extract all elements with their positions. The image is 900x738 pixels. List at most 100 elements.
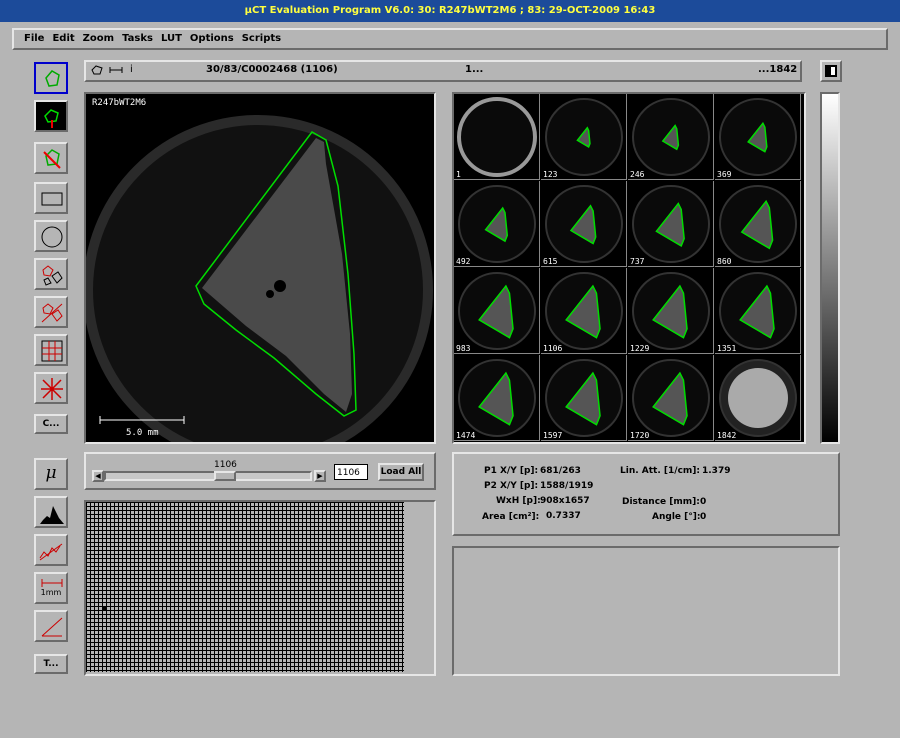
rectangle-tool-button[interactable] bbox=[34, 182, 68, 214]
lut-bar bbox=[820, 92, 840, 444]
menu-zoom[interactable]: Zoom bbox=[79, 30, 118, 48]
thumbnail-slice[interactable]: 1597 bbox=[541, 355, 627, 441]
thumbnail-slice[interactable]: 860 bbox=[715, 181, 801, 267]
window-title: µCT Evaluation Program V6.0: 30: R247bWT… bbox=[0, 0, 900, 22]
thumbnail-label: 1351 bbox=[717, 344, 737, 353]
histogram-icon bbox=[40, 506, 64, 524]
expand-tool-button[interactable] bbox=[34, 372, 68, 404]
thumbnail-image bbox=[545, 272, 623, 350]
area-label: Area [cm²]: bbox=[482, 512, 540, 522]
contrast-icon bbox=[825, 65, 837, 77]
thumbnail-label: 737 bbox=[630, 257, 645, 266]
thumbnail-slice[interactable]: 1842 bbox=[715, 355, 801, 441]
thumbnail-image bbox=[458, 272, 536, 350]
thumbnail-label: 246 bbox=[630, 170, 645, 179]
profile-button[interactable] bbox=[34, 534, 68, 566]
slider-thumb[interactable] bbox=[214, 471, 236, 481]
wxh-label: WxH [p]: bbox=[496, 496, 541, 506]
area-value: 0.7337 bbox=[546, 511, 581, 521]
info-icon[interactable]: i bbox=[130, 60, 133, 80]
thumbnail-image bbox=[545, 98, 623, 176]
thumbnail-slice[interactable]: 737 bbox=[628, 181, 714, 267]
rectangle-icon bbox=[41, 192, 63, 206]
main-image-view[interactable]: R247bWT2M6 5.0 mm bbox=[83, 92, 436, 465]
thumbnail-slice[interactable]: 983 bbox=[454, 268, 540, 354]
angle-button[interactable] bbox=[34, 610, 68, 642]
p2-value: 1588/1919 bbox=[540, 481, 594, 491]
thumbnail-label: 123 bbox=[543, 170, 558, 179]
mu-button[interactable]: μ bbox=[34, 458, 68, 490]
thumbnail-label: 860 bbox=[717, 257, 732, 266]
measure-mm-button[interactable]: 1mm bbox=[34, 572, 68, 604]
sample-id: 30/83/C0002468 (1106) bbox=[206, 64, 338, 75]
menu-options[interactable]: Options bbox=[186, 30, 238, 48]
thumbnail-slice[interactable]: 492 bbox=[454, 181, 540, 267]
multi-contour-button[interactable] bbox=[34, 258, 68, 290]
thumbnail-label: 369 bbox=[717, 170, 732, 179]
thumbnail-label: 615 bbox=[543, 257, 558, 266]
thumbnail-slice[interactable]: 1 bbox=[454, 94, 540, 180]
thumbnail-slice[interactable]: 1229 bbox=[628, 268, 714, 354]
slider-right-button[interactable]: ▶ bbox=[314, 470, 326, 482]
contour-mode-icon[interactable] bbox=[90, 64, 104, 76]
measurement-panel bbox=[452, 452, 840, 536]
text-tool-button[interactable]: T... bbox=[34, 654, 68, 674]
slice-slider[interactable] bbox=[104, 471, 312, 481]
distance-mode-icon[interactable] bbox=[108, 64, 124, 76]
thumbnail-slice[interactable]: 123 bbox=[541, 94, 627, 180]
contour-erase-button[interactable] bbox=[34, 142, 68, 174]
thumbnail-slice[interactable]: 369 bbox=[715, 94, 801, 180]
contour-draw-button[interactable] bbox=[34, 100, 68, 132]
circle-tool-button[interactable] bbox=[34, 220, 68, 252]
menu-scripts[interactable]: Scripts bbox=[238, 30, 285, 48]
thumbnail-label: 1 bbox=[456, 170, 461, 179]
slice-current-label: 1106 bbox=[214, 460, 237, 470]
multi-contour-erase-button[interactable] bbox=[34, 296, 68, 328]
grid-tool-button[interactable] bbox=[34, 334, 68, 366]
custom-tool-button[interactable]: C... bbox=[34, 414, 68, 434]
thumbnail-slice[interactable]: 1351 bbox=[715, 268, 801, 354]
thumbnail-slice[interactable]: 1106 bbox=[541, 268, 627, 354]
angle-icon bbox=[41, 617, 63, 637]
thumbnail-label: 1229 bbox=[630, 344, 650, 353]
angle-value: 0 bbox=[700, 512, 707, 522]
distance-label: Distance [mm]: bbox=[622, 497, 700, 507]
contour-draw-icon bbox=[44, 109, 59, 128]
menu-edit[interactable]: Edit bbox=[48, 30, 78, 48]
contour-tool-button[interactable] bbox=[34, 62, 68, 94]
thumbnail-image bbox=[719, 98, 797, 176]
load-all-button[interactable]: Load All bbox=[378, 463, 424, 481]
thumbnail-grid: 1 123 246 369 492 615 737 860 983 1106 1229 1351 147… bbox=[452, 92, 806, 444]
p2-label: P2 X/Y [p]: bbox=[484, 481, 539, 491]
grid-icon bbox=[41, 340, 63, 362]
thumbnail-image bbox=[719, 359, 797, 437]
thumbnail-slice[interactable]: 1720 bbox=[628, 355, 714, 441]
ct-slice-image bbox=[83, 115, 433, 465]
thumbnail-image bbox=[719, 185, 797, 263]
pixel-grid[interactable] bbox=[86, 502, 404, 672]
histogram-button[interactable] bbox=[34, 496, 68, 528]
thumbnail-label: 983 bbox=[456, 344, 471, 353]
mu-icon: μ bbox=[45, 463, 57, 483]
thumbnail-image bbox=[458, 185, 536, 263]
menu-file[interactable]: File bbox=[14, 30, 48, 48]
thumbnail-slice[interactable]: 615 bbox=[541, 181, 627, 267]
lut-toggle-button[interactable] bbox=[820, 60, 842, 82]
range-end: ...1842 bbox=[758, 64, 798, 75]
thumbnail-image bbox=[545, 359, 623, 437]
thumbnail-image bbox=[719, 272, 797, 350]
thumbnail-image bbox=[632, 272, 710, 350]
slice-input[interactable]: 1106 bbox=[334, 464, 368, 480]
profile-icon bbox=[39, 543, 63, 561]
p1-value: 681/263 bbox=[540, 466, 581, 476]
thumbnail-label: 1474 bbox=[456, 431, 476, 440]
lin-att-label: Lin. Att. [1/cm]: bbox=[620, 466, 700, 476]
menu-tasks[interactable]: Tasks bbox=[118, 30, 157, 48]
output-panel bbox=[452, 546, 840, 676]
wxh-value: 908x1657 bbox=[540, 496, 590, 506]
menu-lut[interactable]: LUT bbox=[157, 30, 186, 48]
slider-left-button[interactable]: ◀ bbox=[92, 470, 104, 482]
thumbnail-slice[interactable]: 246 bbox=[628, 94, 714, 180]
thumbnail-slice[interactable]: 1474 bbox=[454, 355, 540, 441]
green-contour-icon bbox=[45, 70, 60, 87]
